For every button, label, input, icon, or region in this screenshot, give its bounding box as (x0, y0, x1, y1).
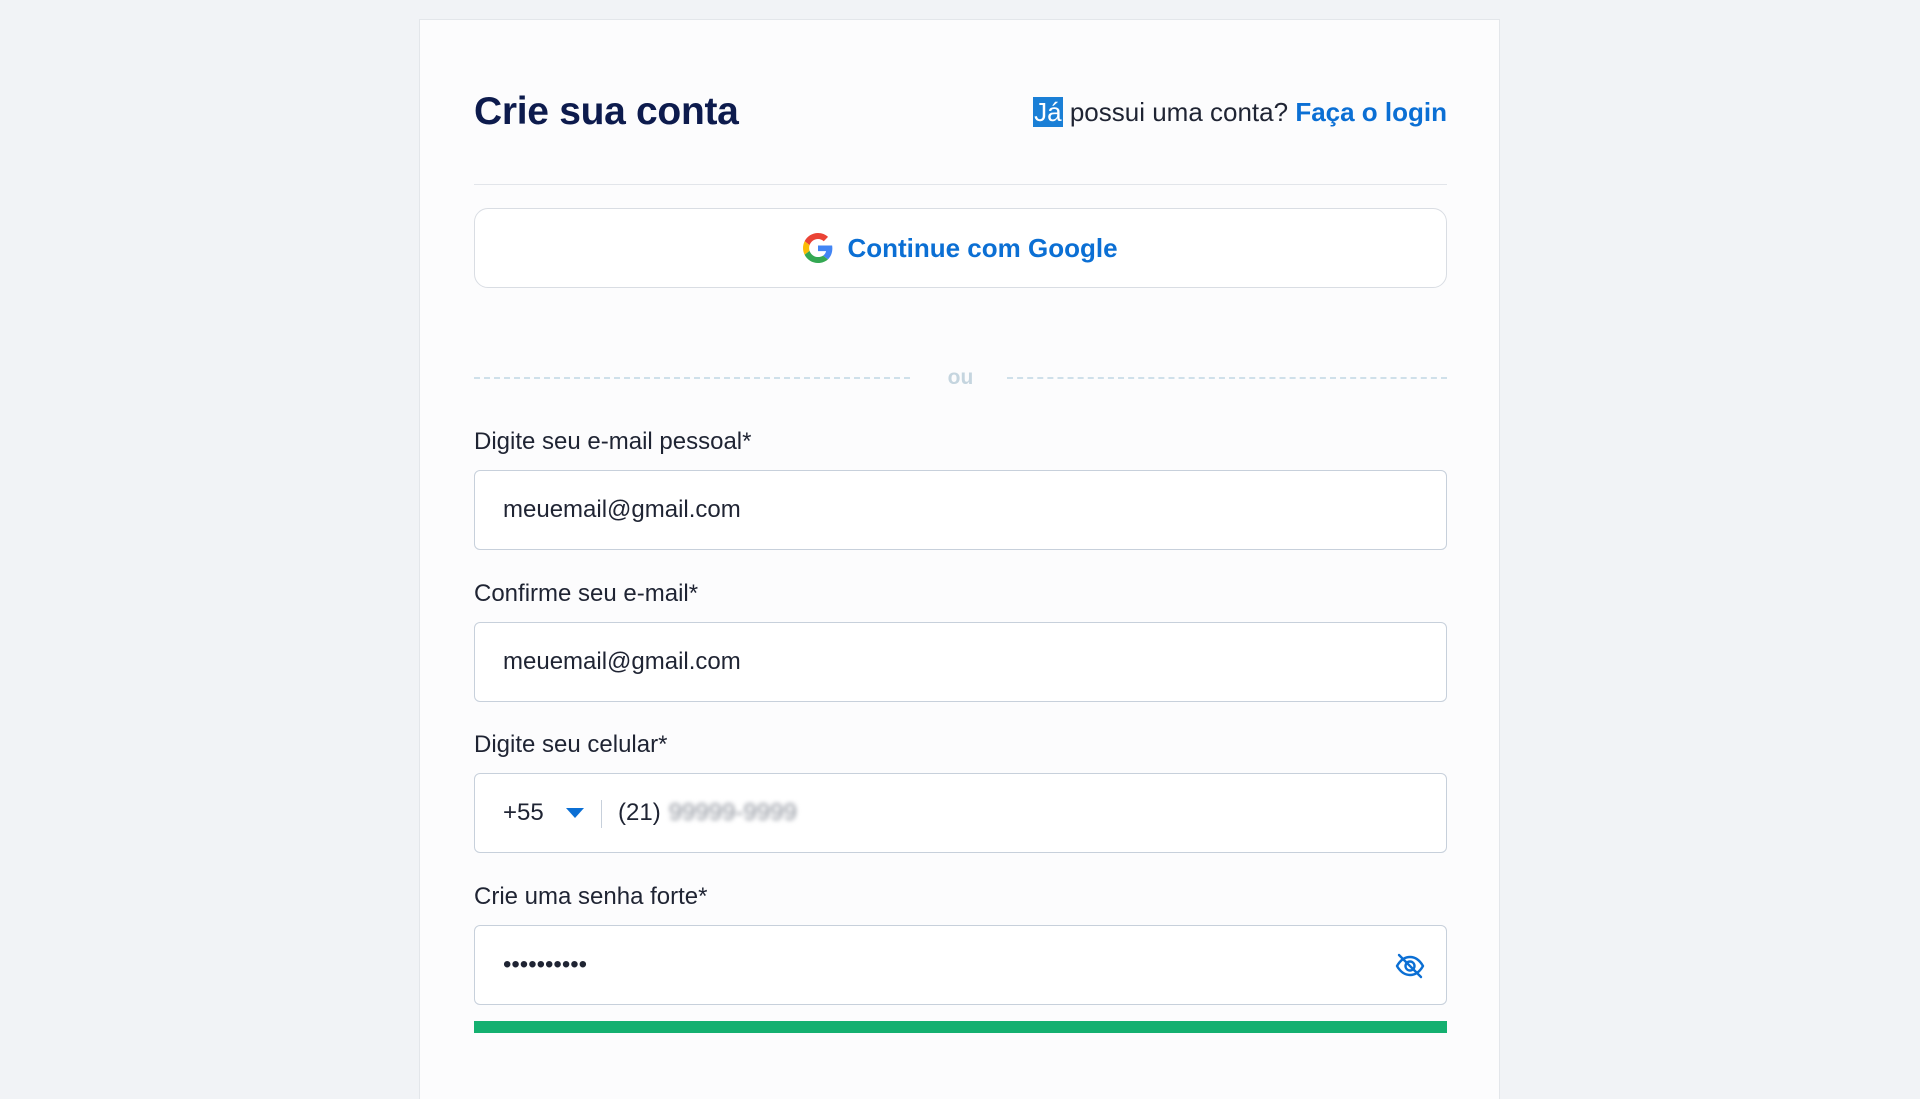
google-button-label: Continue com Google (847, 232, 1118, 263)
or-separator: ou (474, 360, 1447, 396)
email-label: Digite seu e-mail pessoal* (474, 428, 752, 455)
phone-number-field[interactable]: (21) 99999-9999 (618, 774, 797, 851)
phone-divider (601, 800, 602, 828)
area-code: (21) (618, 798, 661, 826)
phone-number-blurred: 99999-9999 (668, 798, 797, 826)
password-strength-fill (474, 1021, 1447, 1033)
login-link[interactable]: Faça o login (1295, 97, 1447, 127)
signup-card: Crie sua conta Já possui uma conta? Faça… (419, 19, 1500, 1099)
password-field[interactable]: •••••••••• (503, 926, 587, 1003)
password-field-box: •••••••••• (474, 925, 1447, 1005)
header: Crie sua conta Já possui uma conta? Faça… (474, 82, 1447, 142)
password-label: Crie uma senha forte* (474, 883, 708, 910)
country-code-value: +55 (503, 798, 544, 826)
country-code-select[interactable]: +55 (503, 774, 584, 851)
header-divider (474, 184, 1447, 185)
selected-text: Já (1033, 97, 1063, 127)
confirm-email-field-box (474, 622, 1447, 702)
page-title: Crie sua conta (474, 90, 739, 133)
phone-label: Digite seu celular* (474, 731, 668, 758)
continue-with-google-button[interactable]: Continue com Google (474, 208, 1447, 288)
google-g-icon (803, 233, 833, 263)
confirm-email-label: Confirme seu e-mail* (474, 580, 699, 607)
separator-line-right (1007, 377, 1447, 379)
email-field-box (474, 470, 1447, 550)
eye-off-icon[interactable] (1394, 950, 1426, 982)
phone-field-box: +55 (21) 99999-9999 (474, 773, 1447, 853)
login-prompt: Já possui uma conta? Faça o login (1033, 82, 1447, 142)
login-prompt-text: possui uma conta? (1062, 97, 1296, 127)
password-strength-bar (474, 1021, 1447, 1033)
chevron-down-icon (565, 807, 584, 818)
email-field[interactable] (503, 471, 1383, 548)
confirm-email-field[interactable] (503, 623, 1383, 700)
